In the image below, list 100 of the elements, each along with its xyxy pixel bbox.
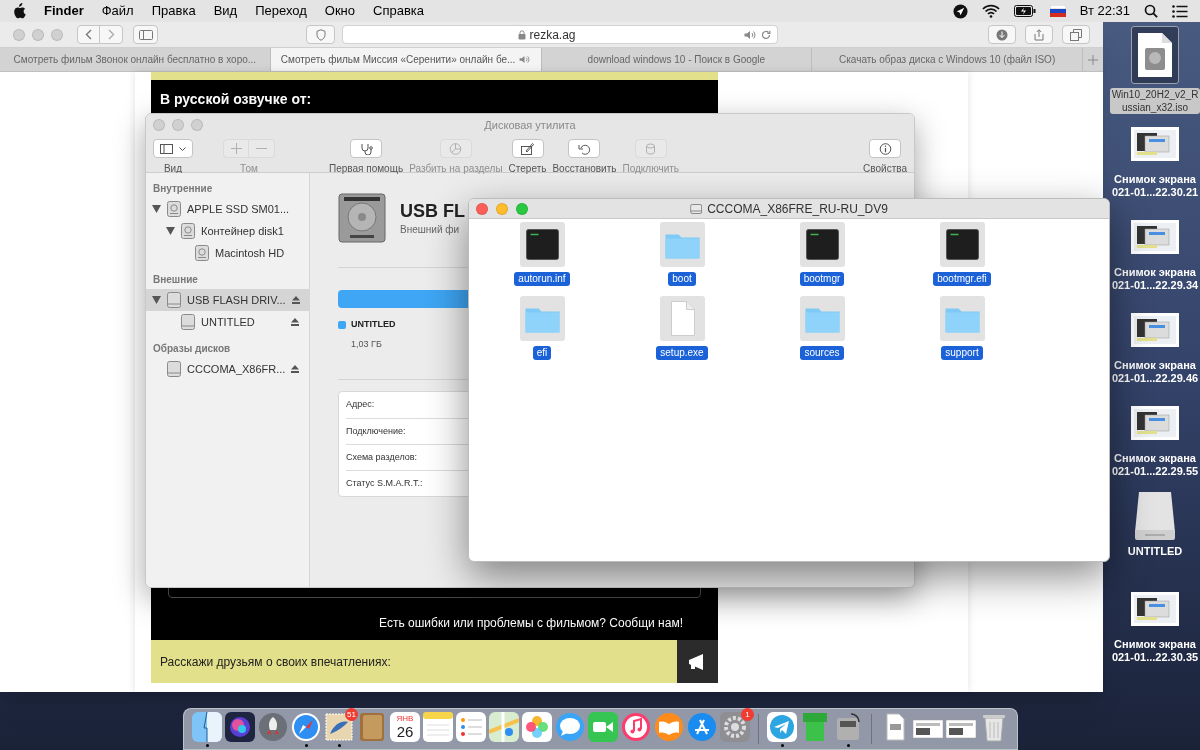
dock-item[interactable]	[258, 711, 288, 742]
address-field[interactable]: rezka.ag	[342, 25, 778, 44]
desktop-icon[interactable]: Снимок экрана 021-01...22.30.35	[1110, 582, 1200, 675]
first-aid-button[interactable]	[350, 139, 383, 158]
apple-icon[interactable]	[12, 3, 26, 19]
tab-title: download windows 10 - Поиск в Google	[587, 53, 766, 67]
calendar-icon	[390, 711, 420, 742]
dock-item[interactable]: ЯНВ 26	[390, 711, 420, 742]
dock-item[interactable]	[225, 711, 255, 742]
menu-item[interactable]: Переход	[255, 1, 307, 21]
address-text: rezka.ag	[529, 26, 576, 44]
file-name: setup.exe	[656, 346, 708, 360]
desktop-icon[interactable]: UNTITLED	[1110, 489, 1200, 582]
volume-size: 1,03 ГБ	[351, 337, 383, 351]
browser-tab[interactable]: Смотреть фильм Миссия «Серенити» онлайн бе...	[270, 48, 542, 71]
dock-item[interactable]	[687, 711, 717, 742]
wifi-icon[interactable]	[981, 4, 1000, 18]
open-book-icon	[654, 711, 684, 742]
folder-icon	[939, 296, 985, 341]
speech-bubble-icon	[555, 711, 585, 742]
desktop-icon[interactable]: Снимок экрана 021-01...22.29.55	[1110, 396, 1200, 489]
desktop-icon[interactable]: Снимок экрана 021-01...22.29.46	[1110, 303, 1200, 396]
menu-item[interactable]: Справка	[373, 1, 424, 21]
battery-icon[interactable]	[1013, 5, 1036, 17]
sidebar-item[interactable]: UNTITLED	[146, 311, 309, 333]
toolbar-label: Стереть	[508, 162, 547, 176]
file-name: bootmgr.efi	[933, 272, 991, 286]
disclosure-triangle-icon[interactable]	[152, 205, 161, 213]
share-button[interactable]	[677, 640, 718, 683]
sidebar-label: CCCOMA_X86FR...	[187, 361, 286, 377]
menu-item[interactable]: Файл	[101, 1, 134, 21]
file-item[interactable]: setup.exe	[612, 296, 752, 360]
desktop-icon[interactable]: Снимок экрана 021-01...22.30.21	[1110, 117, 1200, 210]
sidebar-item[interactable]: CCCOMA_X86FR...	[146, 358, 309, 380]
info-button[interactable]	[869, 139, 902, 158]
file-item[interactable]: support	[892, 296, 1032, 360]
menu-item[interactable]: Окно	[324, 1, 355, 21]
download-icon	[996, 28, 1008, 41]
dock-item[interactable]	[291, 711, 321, 742]
file-item[interactable]: autorun.inf	[472, 222, 612, 286]
file-name: autorun.inf	[514, 272, 570, 286]
file-item[interactable]: bootmgr	[752, 222, 892, 286]
file-item[interactable]: efi	[472, 296, 612, 360]
eject-icon[interactable]	[291, 296, 300, 304]
toolbar-label: Том	[240, 162, 258, 176]
menu-item[interactable]: Вид	[213, 1, 238, 21]
chevron-down-icon	[179, 146, 186, 151]
location-icon[interactable]	[952, 3, 968, 19]
file-item[interactable]: sources	[752, 296, 892, 360]
notepad-icon	[423, 711, 453, 742]
navigation-control[interactable]	[77, 25, 123, 44]
icon-label: 021-01...22.29.34	[1111, 279, 1199, 292]
gear-icon	[720, 711, 750, 742]
remove-button[interactable]	[249, 139, 275, 158]
flag-icon[interactable]	[1049, 5, 1066, 17]
disclosure-triangle-icon[interactable]	[166, 227, 175, 235]
eject-icon[interactable]	[291, 318, 299, 326]
desktop-icon[interactable]: Win10_20H2_v2_R ussian_x32.iso	[1110, 24, 1200, 117]
dock-item[interactable]	[621, 711, 651, 742]
toolbar-label: Подключить	[622, 162, 680, 176]
rocket-icon	[258, 711, 288, 742]
sidebar-button[interactable]	[133, 25, 159, 44]
undo-arrow-icon	[577, 142, 591, 155]
reload-icon[interactable]	[761, 29, 771, 40]
dock-item[interactable]: 1	[720, 711, 750, 742]
sidebar-icon	[138, 29, 153, 40]
app-menu[interactable]: Finder	[44, 1, 84, 21]
terminal-icon	[939, 222, 985, 267]
dock-item[interactable]: 51	[324, 711, 354, 742]
eject-icon[interactable]	[291, 365, 300, 373]
zoom-button[interactable]	[516, 202, 528, 215]
info-label: Схема разделов:	[346, 450, 418, 464]
speaker-icon[interactable]	[744, 29, 756, 40]
restore-button[interactable]	[568, 139, 601, 158]
downloads-button[interactable]	[988, 25, 1016, 44]
lock-icon	[517, 29, 526, 40]
erase-button[interactable]	[511, 139, 544, 158]
menu-clock[interactable]: Вт 22:31	[1079, 1, 1130, 21]
search-icon[interactable]	[1144, 4, 1158, 18]
report-link[interactable]: Есть ошибки или проблемы с фильмом? Сообщи нам!	[379, 614, 683, 632]
list-icon[interactable]	[1172, 4, 1188, 18]
view-button[interactable]	[153, 139, 193, 158]
close-button[interactable]	[476, 202, 488, 215]
privacy-button[interactable]	[306, 25, 336, 44]
disclosure-triangle-icon[interactable]	[152, 296, 161, 304]
menu-item[interactable]: Правка	[151, 1, 196, 21]
sidebar-item[interactable]: Контейнер disk1	[146, 220, 309, 242]
video-camera-icon	[588, 711, 618, 742]
icon-label: Снимок экрана	[1114, 266, 1196, 279]
dock-item[interactable]	[489, 711, 519, 742]
sidebar-item[interactable]: USB FLASH DRIV...	[146, 289, 309, 311]
info-label: Адрес:	[346, 398, 375, 412]
file-item[interactable]: boot	[612, 222, 752, 286]
speaker-icon[interactable]	[519, 55, 531, 64]
tabs-button[interactable]	[1062, 25, 1090, 44]
file-item[interactable]: bootmgr.efi	[892, 222, 1032, 286]
dubbing-heading: В русской озвучке от:	[160, 90, 313, 109]
sidebar-item[interactable]: APPLE SSD SM01...	[146, 198, 309, 220]
sidebar-item[interactable]: Macintosh HD	[146, 242, 309, 264]
desktop-icon[interactable]: Снимок экрана 021-01...22.29.34	[1110, 210, 1200, 303]
